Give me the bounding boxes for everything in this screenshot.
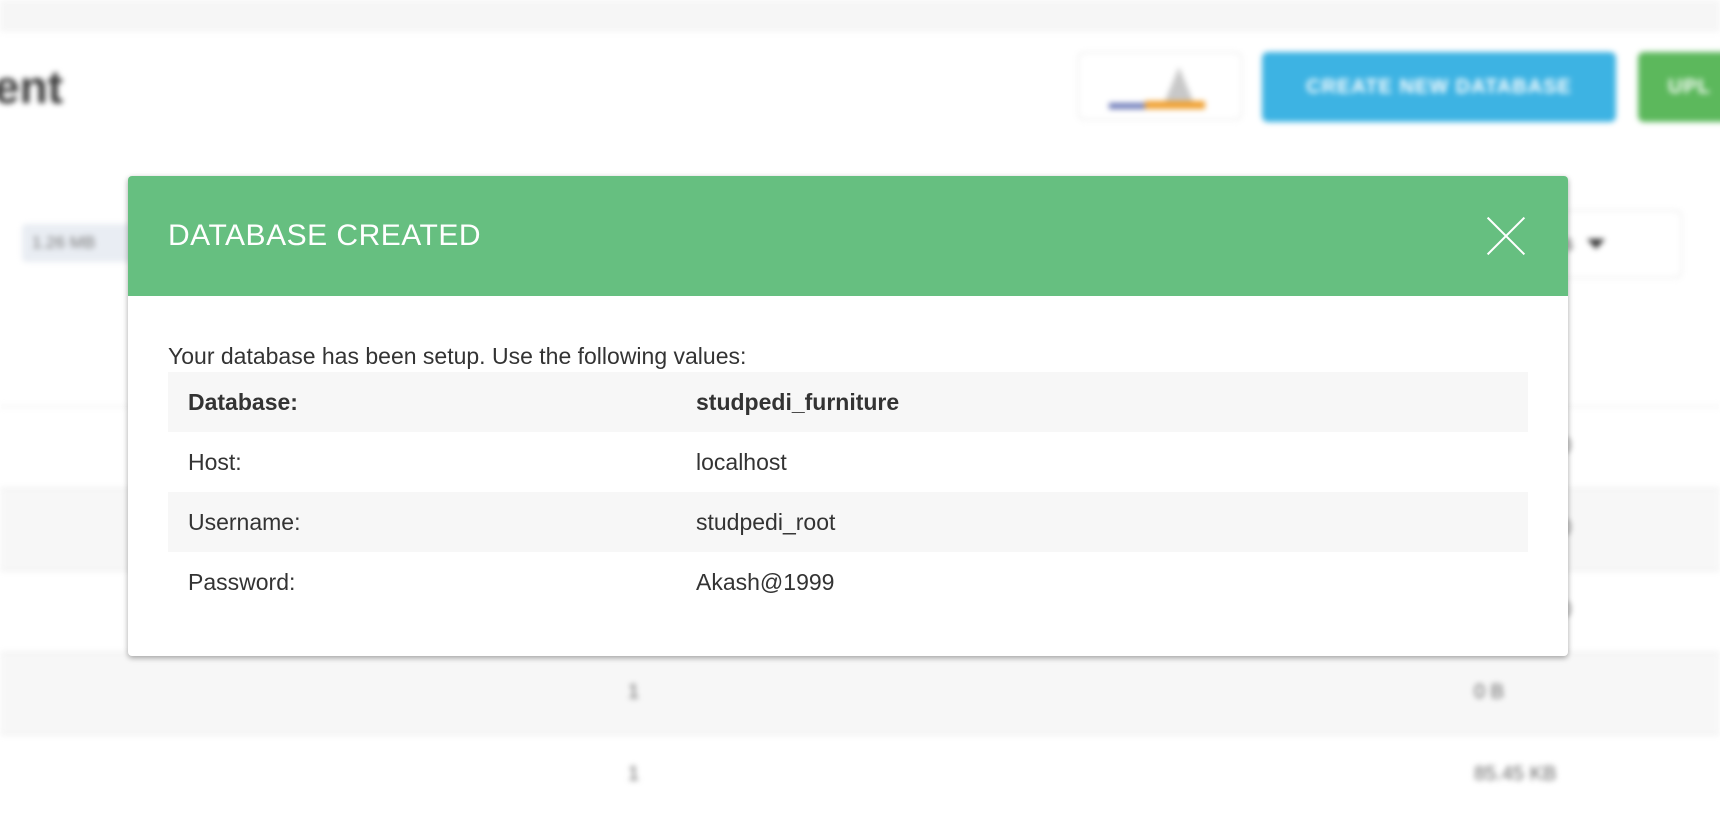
credential-value: Akash@1999 [696,568,835,595]
phpmyadmin-button[interactable] [1078,52,1242,120]
phpmyadmin-logo-icon [1165,67,1193,101]
page-title: ent [0,61,63,113]
total-size-badge: 1.26 MB [22,224,132,262]
modal-header: DATABASE CREATED [128,176,1568,296]
credential-value: studpedi_root [696,508,836,535]
table-row[interactable]: 1 0 B [0,652,1720,734]
close-icon[interactable] [1486,216,1526,256]
credential-label: Password: [188,568,296,595]
modal-body: Your database has been setup. Use the fo… [128,296,1568,612]
table-row[interactable]: 1 85.45 KB [0,734,1720,816]
top-strip [0,0,1720,32]
upload-button[interactable]: UPL [1638,52,1720,122]
database-created-modal: DATABASE CREATED Your database has been … [128,176,1568,656]
modal-intro-text: Your database has been setup. Use the fo… [168,343,747,369]
credential-value: localhost [696,448,787,475]
credential-row-database: Database: studpedi_furniture [168,372,1528,432]
credential-label: Host: [188,448,242,475]
credential-row-username: Username: studpedi_root [168,492,1528,552]
credential-value: studpedi_furniture [696,388,900,415]
create-new-database-button[interactable]: CREATE NEW DATABASE [1262,52,1616,122]
credential-label: Database: [188,388,298,415]
credential-label: Username: [188,508,301,535]
credential-row-password: Password: Akash@1999 [168,552,1528,612]
credentials-table: Database: studpedi_furniture Host: local… [168,372,1528,612]
caret-down-icon [1587,239,1606,249]
modal-title: DATABASE CREATED [168,219,482,252]
credential-row-host: Host: localhost [168,432,1528,492]
